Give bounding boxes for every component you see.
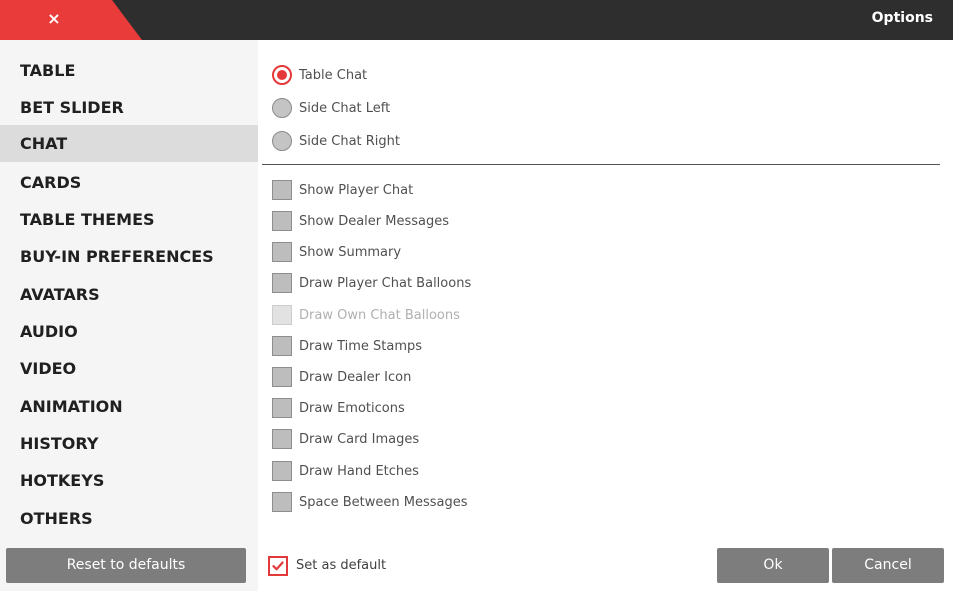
chat-settings-panel: Table Chat Side Chat Left Side Chat Righ…: [258, 40, 953, 591]
title-bar: × Options: [0, 0, 953, 40]
ok-button[interactable]: Ok: [717, 548, 829, 583]
sidebar: TABLE BET SLIDER CHAT CARDS TABLE THEMES…: [0, 40, 258, 591]
checkbox-box: [272, 429, 292, 449]
checkbox-label: Show Player Chat: [299, 183, 414, 198]
sidebar-item-avatars[interactable]: AVATARS: [0, 276, 258, 313]
checkbox-label: Draw Player Chat Balloons: [299, 276, 472, 291]
sidebar-item-table[interactable]: TABLE: [0, 52, 258, 89]
checkbox-box: [272, 367, 292, 387]
window-title: Options: [871, 10, 933, 26]
checkbox-label: Draw Emoticons: [299, 401, 405, 416]
checkbox-box: [272, 180, 292, 200]
sidebar-item-buy-in-preferences[interactable]: BUY-IN PREFERENCES: [0, 238, 258, 275]
sidebar-item-animation[interactable]: ANIMATION: [0, 388, 258, 425]
close-icon: ×: [47, 9, 61, 28]
checkbox-box: [272, 398, 292, 418]
checkbox-label: Show Dealer Messages: [299, 214, 450, 229]
cancel-button[interactable]: Cancel: [832, 548, 944, 583]
checkbox-label: Space Between Messages: [299, 495, 468, 510]
sidebar-item-video[interactable]: VIDEO: [0, 350, 258, 387]
checkmark-icon: [268, 556, 288, 576]
checkbox-box: [272, 336, 292, 356]
sidebar-item-chat[interactable]: CHAT: [0, 125, 258, 162]
checkbox-box: [272, 242, 292, 262]
checkbox-label: Draw Hand Etches: [299, 464, 419, 479]
sidebar-item-bet-slider[interactable]: BET SLIDER: [0, 89, 258, 126]
checkbox-label: Draw Time Stamps: [299, 339, 423, 354]
divider: [262, 164, 940, 165]
checkbox-box: [272, 273, 292, 293]
radio-label: Side Chat Right: [299, 134, 400, 149]
checkbox-label: Draw Dealer Icon: [299, 370, 412, 385]
checkbox-label: Show Summary: [299, 245, 402, 260]
sidebar-item-others[interactable]: OTHERS: [0, 500, 258, 537]
radio-label: Table Chat: [299, 68, 368, 83]
radio-selected-icon: [272, 65, 292, 85]
radio-label: Side Chat Left: [299, 101, 391, 116]
sidebar-item-audio[interactable]: AUDIO: [0, 313, 258, 350]
reset-to-defaults-button[interactable]: Reset to defaults: [6, 548, 246, 583]
set-as-default-label: Set as default: [296, 558, 387, 573]
checkbox-box: [272, 305, 292, 325]
sidebar-item-hotkeys[interactable]: HOTKEYS: [0, 462, 258, 499]
sidebar-item-table-themes[interactable]: TABLE THEMES: [0, 201, 258, 238]
sidebar-item-history[interactable]: HISTORY: [0, 425, 258, 462]
checkbox-label: Draw Card Images: [299, 432, 420, 447]
close-button[interactable]: ×: [0, 0, 142, 40]
radio-unselected-icon: [272, 98, 292, 118]
checkbox-box: [272, 492, 292, 512]
checkbox-box: [272, 461, 292, 481]
checkbox-box: [272, 211, 292, 231]
checkbox-label: Draw Own Chat Balloons: [299, 308, 460, 323]
radio-unselected-icon: [272, 131, 292, 151]
sidebar-item-cards[interactable]: CARDS: [0, 164, 258, 201]
